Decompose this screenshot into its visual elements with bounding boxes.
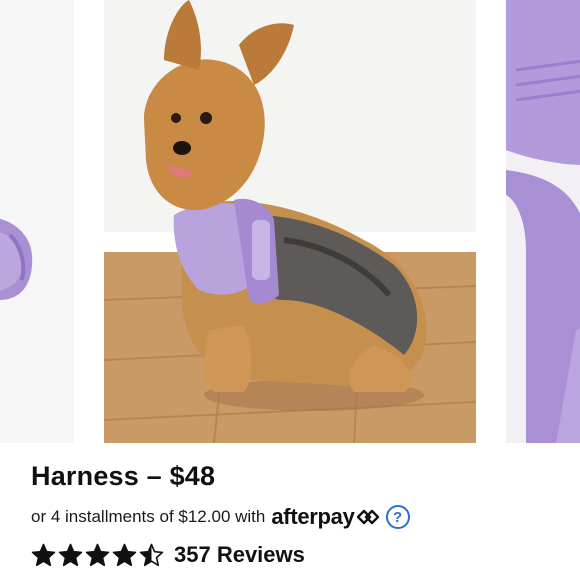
- star-filled-icon: [85, 543, 110, 566]
- harness-closeup-image: [0, 0, 74, 443]
- afterpay-arrows-icon: [356, 509, 379, 525]
- reviews-link[interactable]: 357 Reviews: [174, 542, 305, 568]
- installment-text: or 4 installments of $12.00 with: [31, 507, 266, 526]
- question-circle-icon[interactable]: ?: [385, 505, 410, 529]
- star-filled-icon: [58, 543, 83, 566]
- carousel-slide-current[interactable]: [104, 0, 476, 443]
- product-image-carousel[interactable]: [0, 0, 580, 443]
- star-half-icon: [139, 543, 164, 566]
- star-filled-icon: [31, 543, 56, 566]
- afterpay-logo: afterpay: [271, 504, 379, 530]
- afterpay-wordmark: afterpay: [271, 504, 355, 529]
- carousel-slide-previous[interactable]: [0, 0, 74, 443]
- installment-row: or 4 installments of $12.00 with afterpa…: [31, 501, 560, 533]
- star-filled-icon: [112, 543, 137, 566]
- product-info: Harness – $48 or 4 installments of $12.0…: [31, 455, 560, 573]
- harness-closeup-image: [506, 0, 580, 443]
- carousel-slide-next[interactable]: [506, 0, 580, 443]
- star-rating: [31, 543, 164, 568]
- dog-photo: [104, 0, 476, 443]
- product-title: Harness – $48: [31, 461, 216, 491]
- rating-row[interactable]: 357 Reviews: [31, 537, 560, 573]
